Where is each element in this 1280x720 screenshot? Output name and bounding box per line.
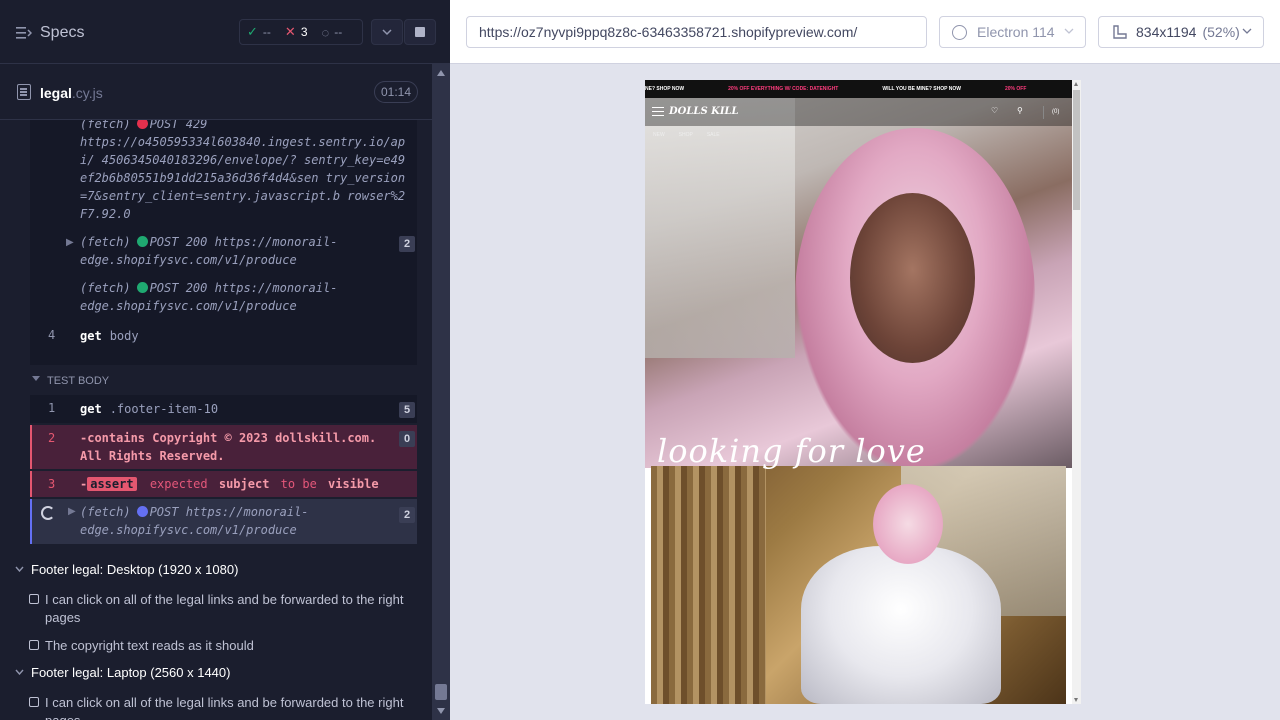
electron-icon [952,25,967,40]
cart-button[interactable]: (0) [1043,106,1059,119]
spec-file-name[interactable]: legal.cy.js [40,85,103,101]
reporter-panel: Specs ✓ -- ✕ 3 ◌ -- legal.cy.js 01:14 (f… [0,0,450,720]
app-under-test-panel: https://oz7nyvpi9ppq8z8c-63463358721.sho… [450,0,1280,720]
command-get-footer[interactable]: 1 get .footer-item-10 5 [30,395,417,423]
hook-commands: (fetch) POST 429 https://o450595334l60384… [30,120,417,365]
scrollbar-thumb[interactable] [435,684,447,700]
url-field[interactable]: https://oz7nyvpi9ppq8z8c-63463358721.sho… [466,16,927,48]
suite-desktop[interactable]: Footer legal: Desktop (1920 x 1080) [0,562,432,582]
specs-list-icon[interactable] [16,26,32,40]
test-status-icon [29,640,39,650]
command-get-body[interactable]: get body [80,327,139,345]
expand-caret-icon[interactable]: ▶ [68,506,76,517]
menu-icon[interactable] [652,107,664,116]
site-subnav: NEW SHOP SALE [653,132,720,138]
reporter-scrollbar[interactable] [432,64,450,720]
spinner-icon: ◌ [321,24,330,40]
status-dot-red [136,120,148,129]
heart-icon[interactable]: ♡ [991,106,998,115]
iframe-scrollbar[interactable] [1072,80,1081,704]
status-dot-green [136,282,148,293]
test-copyright-desktop[interactable]: The copyright text reads as it should [0,637,432,657]
reporter-header: Specs ✓ -- ✕ 3 ◌ -- [0,0,450,64]
collapse-all-button[interactable] [371,19,403,45]
failed-stat: ✕ 3 [284,24,308,39]
ruler-icon [1113,25,1127,39]
assert-chip: assert [87,477,137,491]
suite-laptop[interactable]: Footer legal: Laptop (2560 x 1440) [0,665,432,685]
pending-stat: ◌ -- [321,24,343,40]
chevron-down-icon [15,566,24,572]
status-dot-green [136,236,148,247]
specs-label[interactable]: Specs [40,24,84,42]
scroll-up-icon[interactable] [437,70,445,76]
stop-button[interactable] [404,19,436,45]
hero-image[interactable] [645,98,1072,468]
chevron-down-icon [1242,28,1252,34]
chevron-down-icon [1064,28,1074,34]
hero-tagline: looking for love [657,432,926,470]
site-logo[interactable]: DOLLS KILL [669,106,739,117]
test-status-icon [29,697,39,707]
command-fetch-200-a[interactable]: (fetch) POST 200 https://monorail- edge.s… [80,233,410,269]
chevron-down-icon [382,29,392,36]
scroll-down-icon[interactable] [437,708,445,714]
site-header: DOLLS KILL ♡ ⚲ (0) [645,98,1072,126]
command-assert-failed[interactable]: 3 - assert expected subject to be visible [30,471,417,497]
test-status-icon [29,594,39,604]
promo-ticker[interactable]: NE? SHOP NOW 20% OFF EVERYTHING W/ CODE: … [645,80,1072,98]
command-log[interactable]: (fetch) POST 429 https://o450595334l60384… [0,120,432,720]
search-icon[interactable]: ⚲ [1017,106,1023,115]
x-icon: ✕ [284,24,296,39]
browser-selector[interactable]: Electron 114 [939,16,1086,48]
status-dot-blue [136,506,148,517]
bride-image[interactable] [651,466,1066,704]
spec-duration: 01:14 [374,81,418,103]
command-contains-failed[interactable]: 2 -contains Copyright © 2023 dollskill.c… [30,425,417,469]
passed-stat: ✓ -- [247,24,271,39]
command-fetch-200-b[interactable]: (fetch) POST 200 https://monorail- edge.s… [80,279,410,315]
viewport-selector[interactable]: 834x1194 (52%) [1098,16,1264,48]
aut-toolbar: https://oz7nyvpi9ppq8z8c-63463358721.sho… [450,0,1280,64]
scroll-down-icon[interactable] [1074,698,1078,702]
loading-spinner-icon [41,506,55,520]
check-icon: ✓ [247,24,258,39]
expand-caret-icon[interactable]: ▶ [66,237,74,248]
test-legal-links-desktop[interactable]: I can click on all of the legal links an… [0,591,432,631]
scrollbar-thumb[interactable] [1073,90,1080,210]
aut-iframe[interactable]: NE? SHOP NOW 20% OFF EVERYTHING W/ CODE: … [645,80,1081,704]
cypress-runner: Specs ✓ -- ✕ 3 ◌ -- legal.cy.js 01:14 (f… [0,0,1280,720]
command-fetch-429[interactable]: (fetch) POST 429 https://o450595334l60384… [80,120,410,223]
spec-file-header: legal.cy.js 01:14 [0,64,432,120]
document-icon [17,84,31,100]
scroll-up-icon[interactable] [1074,82,1078,86]
command-fetch-pending[interactable]: ▶ (fetch) POST https://monorail- edge.sho… [30,499,417,544]
test-legal-links-laptop[interactable]: I can click on all of the legal links an… [0,694,432,720]
test-body-header[interactable]: TEST BODY [30,367,417,395]
chevron-down-icon [32,376,40,381]
stop-icon [415,27,425,37]
command-count-badge: 2 [399,236,415,252]
run-stats: ✓ -- ✕ 3 ◌ -- [239,19,363,45]
chevron-down-icon [15,669,24,675]
